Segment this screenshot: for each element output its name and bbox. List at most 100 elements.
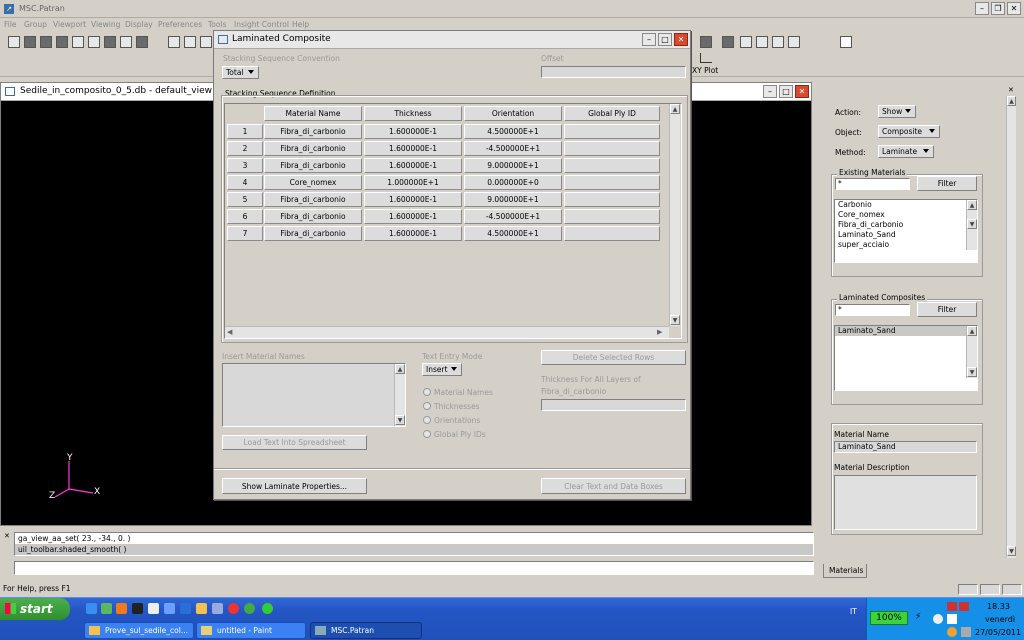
quicklaunch-cmd-icon[interactable]	[132, 603, 143, 614]
row-number[interactable]: 3	[227, 158, 263, 173]
home-icon[interactable]	[840, 36, 852, 48]
quicklaunch-chrome-icon[interactable]	[228, 603, 239, 614]
list-item[interactable]: Laminato_Sand	[835, 230, 977, 240]
minimize-button[interactable]: –	[975, 2, 989, 15]
xyplot-icon[interactable]	[700, 53, 712, 63]
list-item[interactable]: super_acciaio	[835, 240, 977, 250]
method-select[interactable]: Laminate	[878, 145, 934, 158]
shade-icon[interactable]	[722, 36, 734, 48]
quicklaunch-paint-icon[interactable]	[196, 603, 207, 614]
ply-id-cell[interactable]	[564, 192, 660, 207]
material-description-field[interactable]	[834, 475, 977, 530]
save-icon[interactable]	[40, 36, 52, 48]
show-laminate-properties-button[interactable]: Show Laminate Properties...	[222, 478, 367, 494]
ply-id-cell[interactable]	[564, 175, 660, 190]
existing-materials-scrollbar[interactable]: ▲ ▼	[966, 200, 977, 250]
history-close-icon[interactable]: ✕	[4, 532, 10, 540]
viewport-close-button[interactable]: ✕	[795, 85, 809, 98]
copy-icon[interactable]	[72, 36, 84, 48]
row-number[interactable]: 7	[227, 226, 263, 241]
ply-id-cell[interactable]	[564, 209, 660, 224]
scroll-up-icon[interactable]: ▲	[670, 104, 680, 114]
volume-icon[interactable]	[959, 602, 969, 611]
clock-time[interactable]: 18.33	[987, 602, 1010, 611]
ply-id-cell[interactable]	[564, 226, 660, 241]
ply-id-cell[interactable]	[564, 124, 660, 139]
quicklaunch-firefox-icon[interactable]	[116, 603, 127, 614]
scroll-up-icon[interactable]: ▲	[395, 364, 405, 374]
radio-thicknesses[interactable]	[423, 402, 431, 410]
scroll-down-icon[interactable]: ▼	[967, 367, 977, 377]
print-icon[interactable]	[56, 36, 68, 48]
view3-icon[interactable]	[200, 36, 212, 48]
taskbar-item[interactable]: untitled - Paint	[196, 622, 306, 639]
dialog-minimize-button[interactable]: –	[642, 33, 656, 46]
scroll-up-icon[interactable]: ▲	[967, 326, 977, 336]
battery-badge[interactable]: 100%	[870, 611, 908, 625]
existing-filter-input[interactable]: *	[835, 178, 910, 190]
thickness-cell[interactable]: 1.600000E-1	[364, 192, 462, 207]
material-cell[interactable]: Fibra_di_carbonio	[264, 141, 362, 156]
composites-filter-button[interactable]: Filter	[917, 302, 977, 317]
column-header[interactable]: Orientation	[464, 106, 562, 121]
row-number[interactable]: 5	[227, 192, 263, 207]
thickness-all-field[interactable]	[541, 399, 686, 411]
list-item[interactable]: Carbonio	[835, 200, 977, 210]
insert-box-scrollbar[interactable]: ▲ ▼	[394, 364, 405, 426]
menu-viewport[interactable]: Viewport	[53, 20, 86, 29]
list-item[interactable]: Fibra_di_carbonio	[835, 220, 977, 230]
material-cell[interactable]: Core_nomex	[264, 175, 362, 190]
quicklaunch-calc-icon[interactable]	[212, 603, 223, 614]
clear-text-button[interactable]: Clear Text and Data Boxes	[541, 478, 686, 494]
viewport-minimize-button[interactable]: –	[763, 85, 777, 98]
row-number[interactable]: 1	[227, 124, 263, 139]
orientation-cell[interactable]: 4.500000E+1	[464, 226, 562, 241]
menu-tools[interactable]: Tools	[208, 20, 226, 29]
view-icon[interactable]	[168, 36, 180, 48]
offset-field[interactable]	[541, 66, 686, 78]
column-header[interactable]: Global Ply ID	[564, 106, 660, 121]
existing-filter-button[interactable]: Filter	[917, 176, 977, 191]
close-button[interactable]: ✕	[1007, 2, 1021, 15]
spreadsheet-hscrollbar[interactable]: ◀ ▶	[225, 326, 669, 338]
thickness-cell[interactable]: 1.600000E-1	[364, 158, 462, 173]
dialog-maximize-button[interactable]: □	[658, 33, 672, 46]
quicklaunch-ie-icon[interactable]	[86, 603, 97, 614]
thickness-cell[interactable]: 1.600000E-1	[364, 124, 462, 139]
node-icon[interactable]	[788, 36, 800, 48]
material-cell[interactable]: Fibra_di_carbonio	[264, 209, 362, 224]
tray-icon-3[interactable]	[961, 627, 971, 637]
material-cell[interactable]: Fibra_di_carbonio	[264, 158, 362, 173]
material-cell[interactable]: Fibra_di_carbonio	[264, 192, 362, 207]
radio-orientations[interactable]	[423, 416, 431, 424]
wireframe-icon[interactable]	[772, 36, 784, 48]
thickness-cell[interactable]: 1.600000E-1	[364, 226, 462, 241]
thickness-cell[interactable]: 1.600000E-1	[364, 209, 462, 224]
menu-display[interactable]: Display	[125, 20, 153, 29]
composites-scrollbar[interactable]: ▲ ▼	[966, 326, 977, 378]
scroll-down-icon[interactable]: ▼	[967, 219, 977, 229]
spreadsheet-vscrollbar[interactable]: ▲ ▼	[669, 104, 680, 326]
menu-help[interactable]: Help	[292, 20, 309, 29]
undo-icon[interactable]	[88, 36, 100, 48]
scroll-down-icon[interactable]: ▼	[395, 415, 405, 425]
hidden-icon[interactable]	[756, 36, 768, 48]
quicklaunch-app-icon[interactable]	[164, 603, 175, 614]
network-icon[interactable]	[947, 602, 957, 611]
thickness-cell[interactable]: 1.000000E+1	[364, 175, 462, 190]
menu-group[interactable]: Group	[24, 20, 47, 29]
material-cell[interactable]: Fibra_di_carbonio	[264, 124, 362, 139]
object-select[interactable]: Composite	[878, 125, 940, 138]
insert-material-names-box[interactable]: ▲ ▼	[222, 363, 406, 427]
orientation-cell[interactable]: 9.000000E+1	[464, 158, 562, 173]
power-plug-icon[interactable]: ⚡	[915, 612, 921, 622]
smooth-icon[interactable]	[740, 36, 752, 48]
quicklaunch-doc-icon[interactable]	[148, 603, 159, 614]
column-header[interactable]: Thickness	[364, 106, 462, 121]
orientation-cell[interactable]: 4.500000E+1	[464, 124, 562, 139]
orientation-cell[interactable]: 0.000000E+0	[464, 175, 562, 190]
scroll-up-icon[interactable]: ▲	[1007, 96, 1016, 106]
radio-global-ply-ids[interactable]	[423, 430, 431, 438]
orientation-cell[interactable]: -4.500000E+1	[464, 209, 562, 224]
menu-preferences[interactable]: Preferences	[158, 20, 202, 29]
